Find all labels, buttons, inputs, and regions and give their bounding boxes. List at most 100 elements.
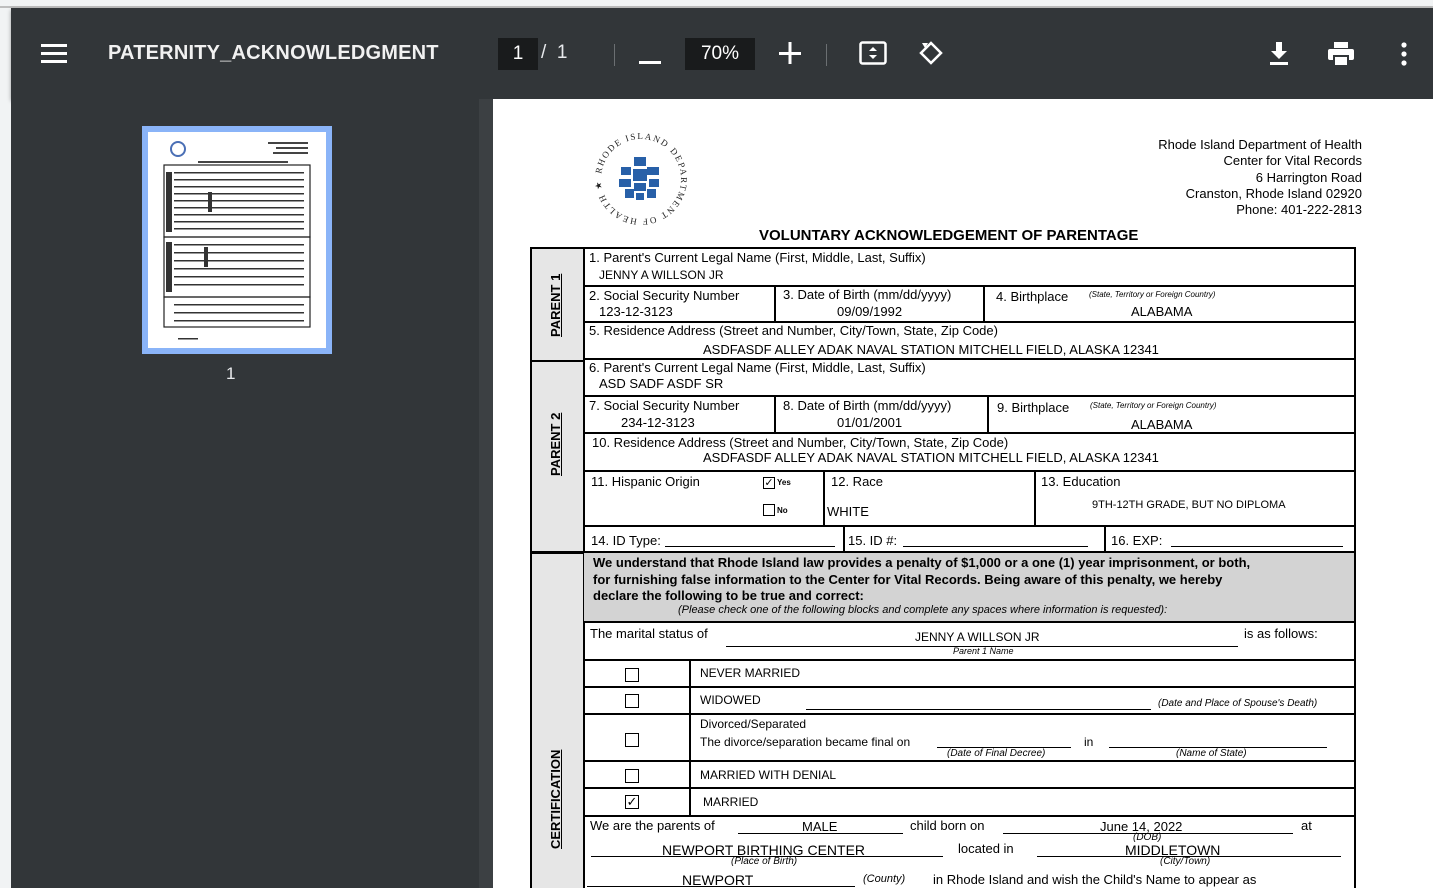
p2-name-value[interactable]: ASD SADF ASDF SR — [599, 376, 723, 391]
education-value[interactable]: 9TH-12TH GRADE, BUT NO DIPLOMA — [1092, 499, 1286, 511]
p2-address-label: 10. Residence Address (Street and Number… — [592, 435, 1009, 450]
county-caption: (County) — [863, 873, 906, 885]
row-line — [583, 621, 1355, 623]
marital-suffix: is as follows: — [1244, 626, 1318, 641]
left-edge-strip — [0, 8, 11, 888]
divorced-checkbox[interactable] — [625, 733, 639, 747]
row-line — [583, 432, 1355, 434]
row-line — [583, 659, 1355, 661]
row-line — [583, 787, 1355, 789]
sidebar-divider[interactable] — [479, 99, 493, 888]
divorced-line-text: The divorce/separation became final on — [700, 735, 911, 749]
rotate-icon[interactable] — [916, 38, 946, 68]
p1-address-label: 5. Residence Address (Street and Number,… — [589, 323, 998, 338]
col-line — [983, 285, 985, 321]
warning-line-2: for furnishing false information to the … — [593, 572, 1223, 587]
col-line — [774, 285, 776, 321]
exp-label: 16. EXP: — [1111, 533, 1163, 548]
married-checkbox[interactable]: ✓ — [625, 795, 639, 809]
download-icon[interactable] — [1268, 40, 1290, 66]
child-sex-value[interactable]: MALE — [802, 819, 837, 834]
p1-ssn-value[interactable]: 123-12-3123 — [599, 304, 673, 319]
dept-center: Center for Vital Records — [1223, 153, 1363, 168]
hispanic-yes-checkbox[interactable]: ✓ — [763, 477, 775, 489]
dept-city: Cranston, Rhode Island 02920 — [1185, 186, 1362, 201]
p1-name-value[interactable]: JENNY A WILLSON JR — [599, 268, 723, 282]
p1-birthplace-value[interactable]: ALABAMA — [1131, 304, 1192, 319]
p2-dob-value[interactable]: 01/01/2001 — [837, 415, 902, 430]
thumbnail-page-number: 1 — [226, 364, 236, 383]
row-line — [583, 470, 1355, 472]
print-icon[interactable] — [1327, 41, 1355, 67]
widowed-label: WIDOWED — [700, 693, 761, 707]
total-pages: 1 — [556, 42, 568, 63]
married-label: MARRIED — [703, 795, 759, 809]
zoom-out-icon[interactable] — [639, 52, 661, 64]
married-with-denial-label: MARRIED WITH DENIAL — [700, 768, 837, 782]
p1-name-label: 1. Parent's Current Legal Name (First, M… — [589, 250, 926, 265]
hispanic-no-label: No — [777, 506, 788, 515]
widowed-line[interactable] — [806, 709, 1151, 710]
zoom-in-icon[interactable] — [779, 42, 801, 64]
final-decree-caption: (Date of Final Decree) — [947, 748, 1046, 759]
col-line — [774, 395, 776, 432]
form-top-border — [530, 247, 1355, 249]
located-in-label: located in — [958, 841, 1014, 856]
in-word: in — [1084, 735, 1094, 749]
parent1-section-label: PARENT 1 — [548, 273, 563, 337]
hispanic-no-checkbox[interactable] — [763, 504, 775, 516]
never-married-checkbox[interactable] — [625, 668, 639, 682]
p1-ssn-label: 2. Social Security Number — [589, 288, 740, 303]
warning-note: (Please check one of the following block… — [678, 604, 1168, 616]
form-title: VOLUNTARY ACKNOWLEDGEMENT OF PARENTAGE — [759, 227, 1139, 244]
parents-of-label: We are the parents of — [590, 818, 715, 833]
hispanic-label: 11. Hispanic Origin — [591, 474, 700, 489]
warning-line-3: declare the following to be true and cor… — [593, 588, 864, 603]
id-number-line[interactable] — [903, 546, 1088, 547]
option-col-line — [689, 659, 691, 817]
section-separator — [530, 360, 584, 362]
fit-page-icon[interactable] — [859, 41, 887, 67]
parent1-name-caption: Parent 1 Name — [953, 646, 1014, 656]
row-line — [583, 525, 1355, 527]
zoom-level-input[interactable]: 70% — [685, 38, 755, 70]
page-separator: / — [541, 42, 547, 63]
dept-street: 6 Harrington Road — [1255, 170, 1362, 185]
child-born-on-label: child born on — [910, 818, 985, 833]
page-thumbnail[interactable] — [142, 126, 332, 354]
col-line — [1034, 470, 1036, 525]
county-value[interactable]: NEWPORT — [682, 872, 753, 888]
state-caption: (Name of State) — [1176, 748, 1247, 759]
place-of-birth-caption: (Place of Birth) — [731, 856, 798, 867]
marital-name-value[interactable]: JENNY A WILLSON JR — [915, 630, 1039, 644]
id-type-label: 14. ID Type: — [591, 533, 661, 548]
row-line — [583, 395, 1355, 397]
divorced-label: Divorced/Separated — [700, 717, 807, 731]
widowed-checkbox[interactable] — [625, 694, 639, 708]
married-with-denial-checkbox[interactable] — [625, 769, 639, 783]
row-line — [583, 713, 1355, 715]
p2-ssn-label: 7. Social Security Number — [589, 398, 740, 413]
race-value[interactable]: WHITE — [827, 504, 869, 519]
pdf-page: RHODE ISLAND DEPARTMENT OF HEALTH ★ Rhod… — [493, 99, 1433, 888]
marital-prefix: The marital status of — [590, 626, 708, 641]
never-married-label: NEVER MARRIED — [700, 666, 801, 680]
row-line — [583, 686, 1355, 688]
p2-birthplace-label: 9. Birthplace — [997, 400, 1070, 415]
page-count: / 1 — [541, 42, 567, 64]
menu-icon[interactable] — [40, 42, 68, 64]
id-type-line[interactable] — [665, 546, 835, 547]
warning-line-1: We understand that Rhode Island law prov… — [593, 555, 1251, 570]
p1-dob-value[interactable]: 09/09/1992 — [837, 304, 902, 319]
p2-address-value[interactable]: ASDFASDF ALLEY ADAK NAVAL STATION MITCHE… — [703, 450, 1159, 465]
p2-birthplace-hint: (State, Territory or Foreign Country) — [1090, 401, 1217, 410]
id-number-label: 15. ID #: — [848, 533, 898, 548]
p1-address-value[interactable]: ASDFASDF ALLEY ADAK NAVAL STATION MITCHE… — [703, 342, 1159, 357]
more-vert-icon[interactable] — [1400, 42, 1408, 66]
certification-section-label: CERTIFICATION — [548, 749, 563, 849]
page-number-input[interactable]: 1 — [498, 38, 538, 70]
exp-line[interactable] — [1171, 546, 1343, 547]
p1-dob-label: 3. Date of Birth (mm/dd/yyyy) — [783, 287, 952, 302]
p2-ssn-value[interactable]: 234-12-3123 — [621, 415, 695, 430]
p2-birthplace-value[interactable]: ALABAMA — [1131, 417, 1192, 432]
